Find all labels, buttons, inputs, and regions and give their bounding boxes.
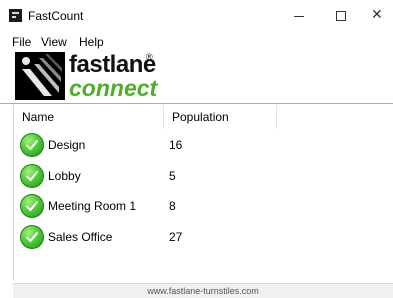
menu-help[interactable]: Help [79, 35, 104, 49]
menu-file[interactable]: File [12, 35, 31, 49]
green-check-icon [20, 164, 44, 188]
room-population-list[interactable]: Name Population Design 16 Lobby 5 Meetin… [13, 105, 393, 280]
list-item[interactable]: Design 16 [14, 130, 393, 160]
room-population: 5 [169, 169, 176, 183]
logo-registered-mark: ® [146, 52, 153, 62]
list-item[interactable]: Lobby 5 [14, 161, 393, 191]
title-bar[interactable]: FastCount ✕ [0, 0, 393, 32]
app-window: FastCount ✕ File View Help fastlane ® co… [0, 0, 393, 298]
column-headers: Name Population [14, 105, 393, 129]
menu-bar: File View Help [0, 33, 393, 51]
green-check-icon [20, 194, 44, 218]
logo-mark-icon [15, 52, 65, 100]
banner-divider [0, 103, 393, 104]
window-title: FastCount [28, 9, 84, 23]
room-name: Lobby [48, 169, 81, 183]
maximize-button[interactable] [320, 0, 360, 32]
minimize-icon [294, 16, 304, 17]
room-name: Design [48, 138, 86, 152]
green-check-icon [20, 133, 44, 157]
logo-wordmark-connect: connect [69, 75, 158, 101]
menu-view[interactable]: View [41, 35, 67, 49]
list-item[interactable]: Meeting Room 1 8 [14, 191, 393, 221]
maximize-icon [336, 11, 346, 21]
green-check-icon [20, 225, 44, 249]
close-icon: ✕ [371, 7, 383, 23]
room-population: 27 [169, 230, 183, 244]
footer-website: www.fastlane-turnstiles.com [147, 286, 259, 296]
room-population: 8 [169, 199, 176, 213]
minimize-button[interactable] [279, 0, 319, 32]
app-icon[interactable] [9, 9, 22, 22]
close-button[interactable]: ✕ [357, 0, 393, 32]
room-population: 16 [169, 138, 183, 152]
column-header-name[interactable]: Name [14, 105, 164, 129]
status-bar: www.fastlane-turnstiles.com [13, 283, 393, 298]
list-item[interactable]: Sales Office 27 [14, 222, 393, 252]
room-name: Meeting Room 1 [48, 199, 137, 213]
room-name: Sales Office [48, 230, 113, 244]
fastlane-connect-logo: fastlane ® connect [15, 52, 158, 101]
column-header-population[interactable]: Population [164, 105, 277, 129]
